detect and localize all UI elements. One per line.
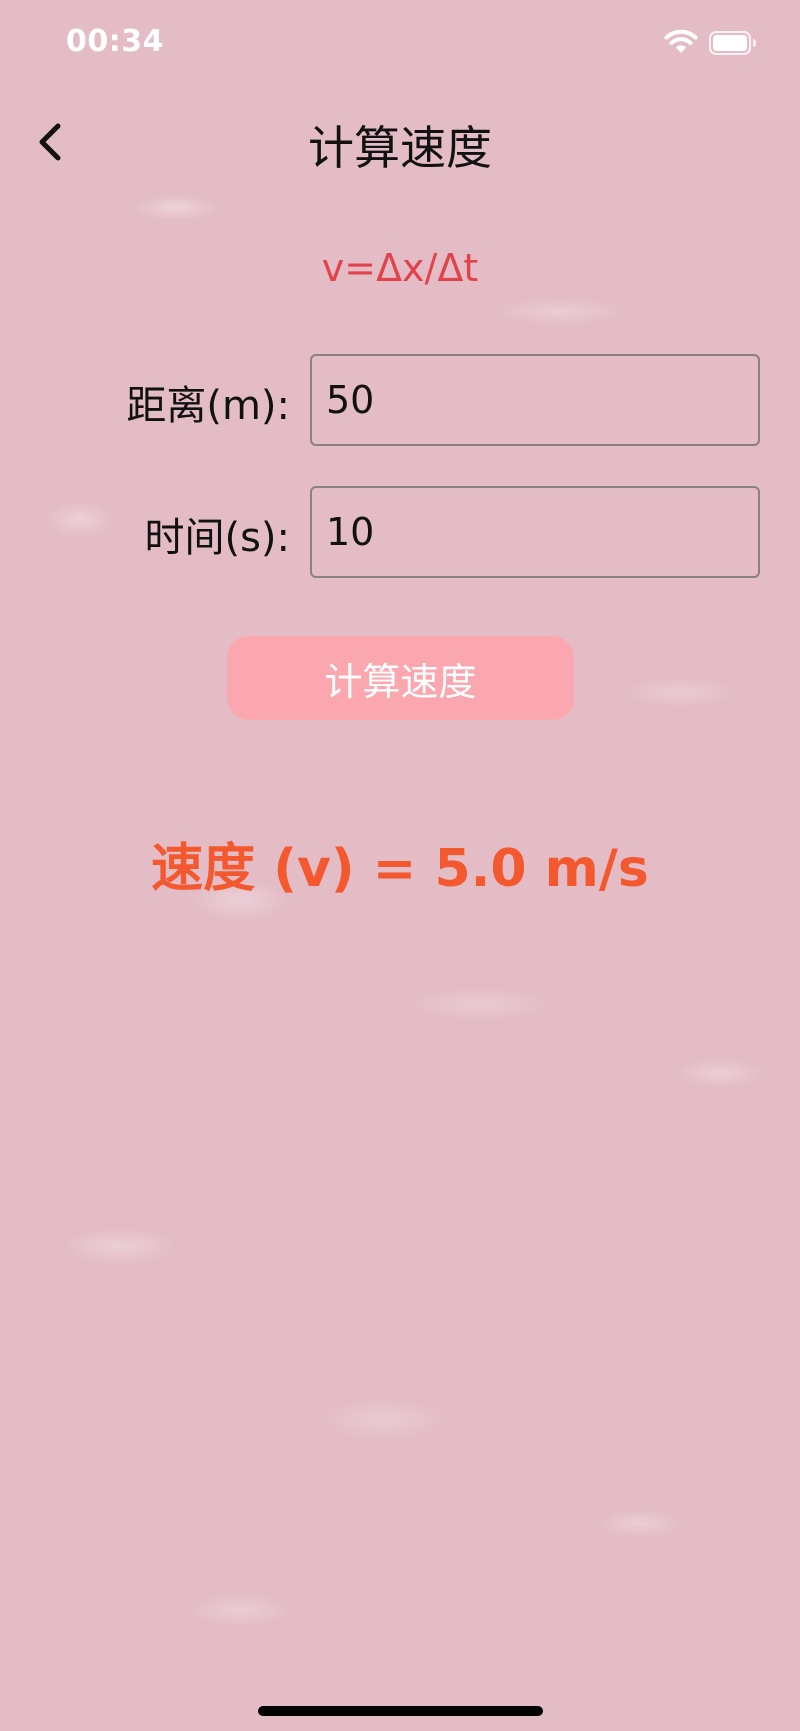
time-input[interactable] — [310, 486, 760, 578]
page-title: 计算速度 — [308, 121, 492, 175]
battery-icon — [709, 31, 756, 55]
time-label: 时间(s): — [144, 515, 290, 561]
formula-text: v=Δx/Δt — [321, 246, 479, 290]
home-indicator[interactable] — [258, 1706, 543, 1716]
status-bar: 00:34 — [0, 0, 800, 90]
status-time: 00:34 — [66, 24, 164, 59]
distance-label: 距离(m): — [126, 383, 290, 429]
calculate-speed-button[interactable]: 计算速度 — [227, 636, 574, 720]
distance-input[interactable] — [310, 354, 760, 446]
navigation-bar: 计算速度 — [0, 100, 800, 186]
result-text: 速度 (v) = 5.0 m/s — [151, 839, 649, 899]
wifi-icon — [664, 29, 698, 53]
